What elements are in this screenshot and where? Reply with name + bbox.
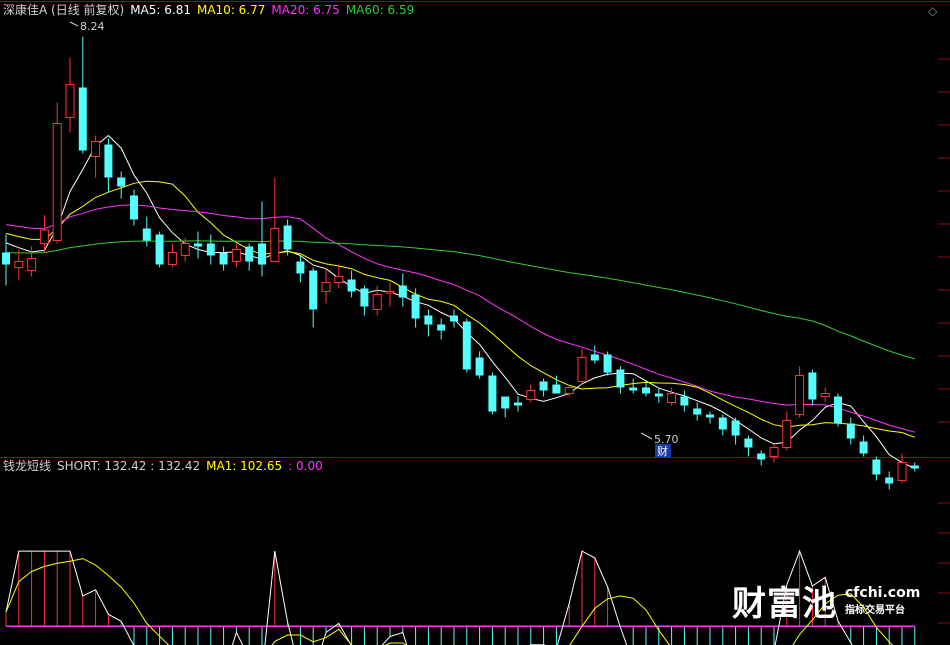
candle-body	[782, 420, 792, 448]
candle-body	[398, 285, 407, 298]
candle-body	[654, 393, 663, 397]
candlestick-series	[2, 36, 919, 490]
candle-body	[564, 387, 574, 394]
ma5-line	[5, 134, 916, 469]
candle-body	[488, 375, 497, 412]
moving-average-lines	[5, 134, 916, 469]
candle-body	[757, 453, 766, 460]
candle-body	[321, 282, 331, 292]
candle-body	[424, 315, 433, 325]
candle-body	[347, 279, 356, 292]
candle-body	[309, 270, 318, 310]
candle-body	[78, 87, 87, 151]
candle-body	[194, 243, 202, 247]
candle-body	[910, 465, 919, 469]
candle-body	[117, 177, 126, 187]
candle-body	[180, 243, 190, 256]
candle-body	[616, 369, 625, 388]
candle-body	[680, 396, 689, 406]
candle-body	[270, 228, 280, 262]
candle-body	[52, 123, 62, 241]
chart-canvas: 8.24 5.70 财	[0, 1, 950, 645]
candle-body	[744, 438, 753, 448]
ma10-line	[5, 180, 915, 438]
candle-body	[258, 243, 266, 265]
high-pointer	[69, 21, 79, 27]
candle-body	[231, 249, 241, 262]
candle-body	[283, 225, 292, 250]
candle-body	[104, 144, 113, 178]
candle-body	[603, 354, 612, 373]
marker-badge: 财	[657, 444, 668, 458]
grid-lines	[0, 1, 950, 624]
candle-body	[462, 321, 471, 370]
candle-body	[526, 390, 536, 400]
candle-body	[769, 447, 779, 457]
candle-body	[142, 228, 151, 241]
brand-subtitle: 指标交易平台	[845, 605, 905, 616]
candle-body	[130, 195, 138, 220]
candle-body	[167, 252, 177, 265]
stock-chart-window: { "header": { "stock_title": "深康佳A (日线 前…	[0, 0, 950, 645]
ma60-line	[5, 240, 915, 360]
candle-body	[334, 276, 344, 283]
candle-body	[731, 420, 740, 436]
candle-body	[539, 381, 548, 391]
brand-logo: 财富池	[732, 584, 837, 624]
brand-watermark: 财富池 cfchi.com 指标交易平台	[732, 576, 920, 625]
ma20-line	[5, 204, 915, 433]
candle-body	[820, 393, 830, 397]
candle-body	[14, 261, 24, 268]
candle-body	[296, 261, 305, 274]
candle-body	[718, 417, 727, 430]
candle-body	[846, 423, 855, 439]
high-price-label: 8.24	[80, 20, 105, 33]
candle-body	[872, 459, 881, 475]
candle-body	[65, 84, 75, 118]
candle-body	[693, 408, 702, 415]
candle-body	[552, 384, 561, 394]
candle-body	[411, 294, 420, 319]
low-pointer	[640, 432, 653, 440]
candle-body	[450, 315, 458, 322]
candle-body	[897, 462, 907, 481]
candle-body	[590, 354, 599, 361]
candle-body	[437, 324, 446, 331]
candle-body	[514, 402, 522, 406]
candle-body	[219, 252, 228, 265]
candle-body	[859, 441, 868, 454]
candle-body	[27, 258, 37, 271]
candle-body	[475, 357, 484, 376]
candle-body	[808, 372, 817, 400]
candle-body	[834, 396, 842, 424]
candle-body	[642, 387, 650, 394]
candle-body	[39, 229, 49, 244]
brand-domain: cfchi.com	[845, 585, 921, 601]
candle-body	[885, 477, 894, 484]
candle-body	[2, 252, 10, 265]
candle-body	[629, 387, 638, 391]
candle-body	[360, 288, 369, 307]
candle-body	[667, 393, 677, 403]
candle-body	[206, 243, 215, 256]
candle-body	[577, 357, 587, 382]
candle-body	[501, 396, 510, 409]
candle-body	[245, 246, 254, 262]
candle-body	[385, 291, 395, 294]
candle-body	[91, 141, 101, 157]
candle-body	[795, 375, 805, 415]
candle-body	[706, 414, 714, 418]
candle-body	[372, 294, 382, 310]
candle-body	[155, 234, 164, 265]
